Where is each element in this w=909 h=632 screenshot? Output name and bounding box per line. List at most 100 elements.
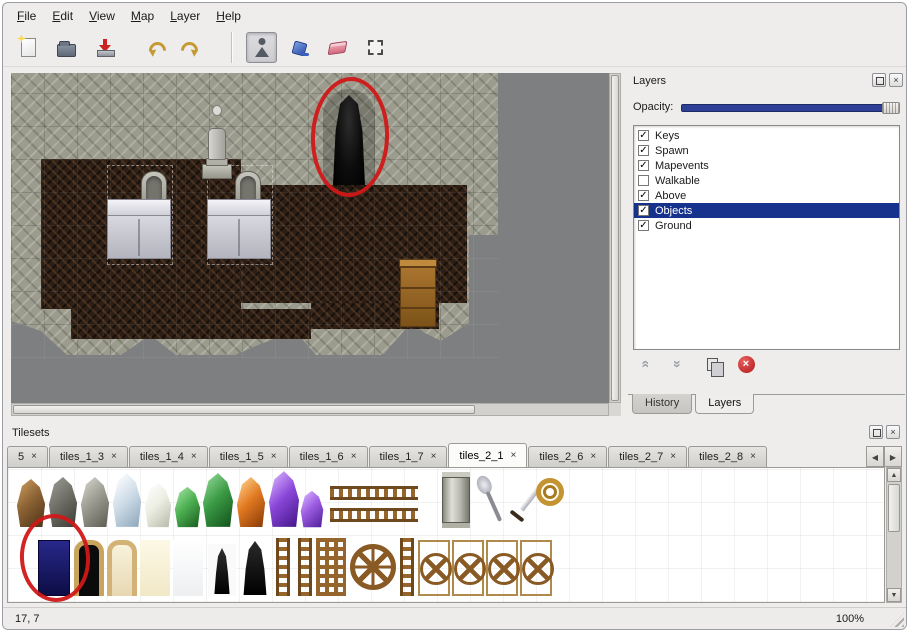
tileset-tab-tiles_1_6[interactable]: tiles_1_6× bbox=[289, 446, 368, 467]
tab-close-icon[interactable]: × bbox=[750, 452, 756, 462]
layer-row-walkable[interactable]: Walkable bbox=[634, 173, 899, 188]
tab-close-icon[interactable]: × bbox=[670, 452, 676, 462]
tab-close-icon[interactable]: × bbox=[31, 452, 37, 462]
tile-coil[interactable] bbox=[536, 478, 564, 506]
tile-rock-gray[interactable] bbox=[80, 476, 110, 528]
save-file-button[interactable] bbox=[89, 32, 120, 63]
layer-checkbox[interactable] bbox=[638, 175, 649, 186]
move-layer-down-button[interactable]: » bbox=[668, 354, 688, 374]
opacity-slider[interactable] bbox=[681, 101, 900, 114]
scroll-tabs-left-button[interactable]: ◀ bbox=[866, 446, 884, 467]
tileset-tab-tiles_2_7[interactable]: tiles_2_7× bbox=[608, 446, 687, 467]
eraser-tool-button[interactable] bbox=[322, 32, 353, 63]
tile-track-v[interactable] bbox=[400, 538, 414, 596]
layer-checkbox[interactable]: ✓ bbox=[638, 160, 649, 171]
tab-history[interactable]: History bbox=[632, 394, 692, 414]
tile-wheelx[interactable] bbox=[520, 540, 552, 596]
map-canvas[interactable] bbox=[11, 73, 609, 403]
tileset-tab-tiles_2_6[interactable]: tiles_2_6× bbox=[528, 446, 607, 467]
layer-row-keys[interactable]: ✓Keys bbox=[634, 128, 899, 143]
scroll-tabs-right-button[interactable]: ▶ bbox=[884, 446, 902, 467]
tile-wheelx[interactable] bbox=[418, 540, 450, 596]
tile-hood-lg[interactable] bbox=[240, 540, 270, 596]
close-panel-button[interactable]: × bbox=[886, 425, 900, 439]
menu-view[interactable]: View bbox=[81, 5, 123, 27]
tileset-tab-tiles_1_4[interactable]: tiles_1_4× bbox=[129, 446, 208, 467]
tab-close-icon[interactable]: × bbox=[271, 452, 277, 462]
close-panel-button[interactable]: × bbox=[889, 73, 903, 87]
tile-track-h[interactable] bbox=[330, 508, 418, 522]
layer-checkbox[interactable]: ✓ bbox=[638, 130, 649, 141]
scroll-down-icon[interactable]: ▼ bbox=[887, 588, 901, 602]
menu-map[interactable]: Map bbox=[123, 5, 162, 27]
tab-close-icon[interactable]: × bbox=[111, 452, 117, 462]
layer-checkbox[interactable]: ✓ bbox=[638, 220, 649, 231]
tile-crystal-orange[interactable] bbox=[236, 476, 266, 528]
scroll-up-icon[interactable]: ▲ bbox=[887, 468, 901, 482]
layer-checkbox[interactable]: ✓ bbox=[638, 205, 649, 216]
tile-crystal-purple-sm[interactable] bbox=[300, 490, 324, 528]
move-layer-up-button[interactable]: » bbox=[634, 354, 654, 374]
tile-track-h[interactable] bbox=[330, 486, 418, 500]
tile-navy[interactable] bbox=[38, 540, 70, 596]
tile-track-v[interactable] bbox=[298, 538, 312, 596]
fill-tool-button[interactable] bbox=[284, 32, 315, 63]
tileset-tab-tiles_2_8[interactable]: tiles_2_8× bbox=[688, 446, 767, 467]
layer-row-spawn[interactable]: ✓Spawn bbox=[634, 143, 899, 158]
tileset-tab-tiles_2_1[interactable]: tiles_2_1× bbox=[448, 443, 527, 467]
tile-crystal-ice[interactable] bbox=[112, 472, 142, 528]
tileset-tab-tiles_1_3[interactable]: tiles_1_3× bbox=[49, 446, 128, 467]
resize-grip[interactable] bbox=[890, 613, 904, 627]
slider-handle[interactable] bbox=[882, 102, 900, 114]
tileset-vertical-scrollbar[interactable]: ▲ ▼ bbox=[886, 467, 902, 603]
tile-crystal-green[interactable] bbox=[202, 472, 234, 528]
stamp-tool-button[interactable] bbox=[246, 32, 277, 63]
tab-layers[interactable]: Layers bbox=[695, 394, 754, 414]
menu-help[interactable]: Help bbox=[208, 5, 249, 27]
tile-wheelx[interactable] bbox=[452, 540, 484, 596]
menu-file[interactable]: File bbox=[9, 5, 44, 27]
tile-door-light[interactable] bbox=[107, 540, 137, 596]
float-panel-button[interactable] bbox=[872, 73, 886, 87]
layer-row-mapevents[interactable]: ✓Mapevents bbox=[634, 158, 899, 173]
tab-close-icon[interactable]: × bbox=[351, 452, 357, 462]
redo-button[interactable] bbox=[177, 32, 208, 63]
tab-close-icon[interactable]: × bbox=[191, 452, 197, 462]
layer-checkbox[interactable]: ✓ bbox=[638, 145, 649, 156]
duplicate-layer-button[interactable] bbox=[702, 354, 722, 374]
tile-door-dark[interactable] bbox=[74, 540, 104, 596]
layer-row-above[interactable]: ✓Above bbox=[634, 188, 899, 203]
scrollbar-handle[interactable] bbox=[611, 75, 619, 401]
tileset-tab-5[interactable]: 5× bbox=[7, 446, 48, 467]
tab-close-icon[interactable]: × bbox=[590, 452, 596, 462]
tile-rock-gray-dark[interactable] bbox=[48, 476, 78, 528]
tab-close-icon[interactable]: × bbox=[431, 452, 437, 462]
new-file-button[interactable] bbox=[13, 32, 44, 63]
tile-track-cross[interactable] bbox=[316, 538, 346, 596]
select-tool-button[interactable] bbox=[360, 32, 391, 63]
tab-close-icon[interactable]: × bbox=[510, 451, 516, 461]
tile-crystal-green-sm[interactable] bbox=[174, 486, 201, 528]
layer-checkbox[interactable]: ✓ bbox=[638, 190, 649, 201]
tile-column[interactable] bbox=[442, 472, 470, 528]
menu-edit[interactable]: Edit bbox=[44, 5, 81, 27]
open-file-button[interactable] bbox=[51, 32, 82, 63]
map-vertical-scrollbar[interactable] bbox=[609, 73, 621, 403]
tile-hood-sm[interactable] bbox=[208, 544, 236, 596]
layer-row-ground[interactable]: ✓Ground bbox=[634, 218, 899, 233]
tile-pale2[interactable] bbox=[173, 540, 203, 596]
tile-rock-brown[interactable] bbox=[16, 478, 46, 528]
tileset-palette[interactable] bbox=[7, 467, 885, 603]
layer-row-objects[interactable]: ✓Objects bbox=[634, 203, 899, 218]
undo-button[interactable] bbox=[139, 32, 170, 63]
menu-layer[interactable]: Layer bbox=[162, 5, 208, 27]
tile-crystal-white[interactable] bbox=[144, 482, 172, 528]
tileset-tab-tiles_1_7[interactable]: tiles_1_7× bbox=[369, 446, 448, 467]
tile-wheelx[interactable] bbox=[486, 540, 518, 596]
tile-sword[interactable] bbox=[506, 472, 536, 526]
tile-track-v[interactable] bbox=[276, 538, 290, 596]
tileset-tab-tiles_1_5[interactable]: tiles_1_5× bbox=[209, 446, 288, 467]
float-panel-button[interactable] bbox=[869, 425, 883, 439]
tile-crystal-purple[interactable] bbox=[268, 470, 300, 528]
delete-layer-button[interactable]: × bbox=[736, 354, 756, 374]
